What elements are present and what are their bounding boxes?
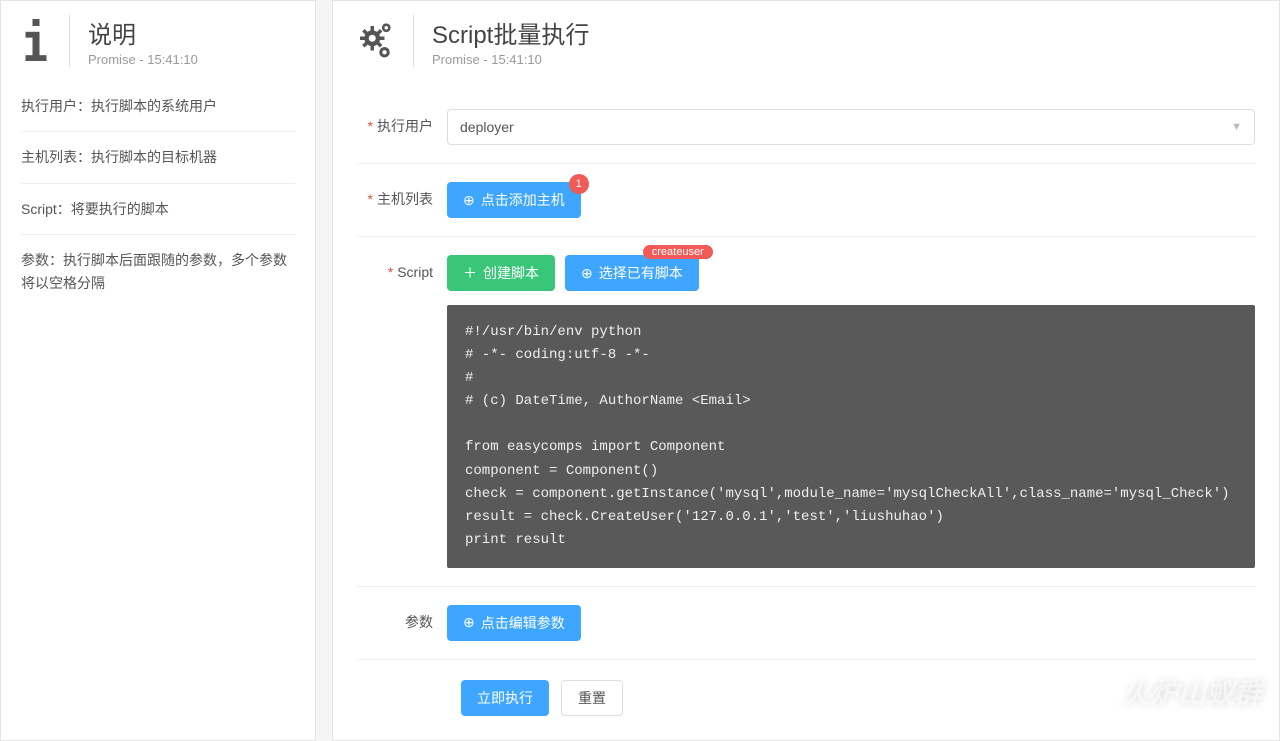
chevron-down-icon: ▼ [1231,121,1242,133]
sidebar-panel: 说明 Promise - 15:41:10 执行用户：执行脚本的系统用户 主机列… [0,0,316,741]
sidebar-title: 说明 [88,15,198,50]
create-script-button[interactable]: ＋ 创建脚本 [447,255,555,291]
label-params: 参数 [405,614,433,630]
row-params: 参数 ⊕ 点击编辑参数 [357,587,1255,660]
zoom-icon: ⊕ [463,614,475,631]
form-actions: 立即执行 重置 [357,660,1255,716]
host-count-badge: 1 [569,174,589,194]
zoom-icon: ⊕ [581,265,593,282]
script-name-badge: createuser [643,245,713,259]
plus-icon: ＋ [463,263,477,283]
info-icon [21,19,51,67]
page-subtitle: Promise - 15:41:10 [432,52,589,67]
gears-icon [353,19,395,67]
sidebar-item: Script：将要执行的脚本 [21,184,295,235]
zoom-icon: ⊕ [463,192,475,209]
sidebar-subtitle: Promise - 15:41:10 [88,52,198,67]
row-host-list: *主机列表 ⊕ 点击添加主机 1 [357,164,1255,237]
add-host-button[interactable]: ⊕ 点击添加主机 1 [447,182,581,218]
execute-button[interactable]: 立即执行 [461,680,549,716]
select-value: deployer [460,119,514,135]
select-execute-user[interactable]: deployer ▼ [447,109,1255,145]
row-execute-user: *执行用户 deployer ▼ [357,91,1255,164]
edit-params-button[interactable]: ⊕ 点击编辑参数 [447,605,581,641]
label-host-list: 主机列表 [377,191,433,207]
select-script-button[interactable]: ⊕ 选择已有脚本 createuser [565,255,699,291]
page-title: Script批量执行 [432,15,589,50]
row-script: *Script ＋ 创建脚本 ⊕ 选择已有脚本 createuser #! [357,237,1255,587]
script-code-block[interactable]: #!/usr/bin/env python # -*- coding:utf-8… [447,305,1255,568]
main-header: Script批量执行 Promise - 15:41:10 [333,1,1279,81]
label-execute-user: 执行用户 [377,118,433,134]
sidebar-item: 主机列表：执行脚本的目标机器 [21,132,295,183]
sidebar-item: 执行用户：执行脚本的系统用户 [21,81,295,132]
sidebar-header: 说明 Promise - 15:41:10 [1,1,315,81]
main-panel: Script批量执行 Promise - 15:41:10 *执行用户 depl… [332,0,1280,741]
label-script: Script [397,264,433,280]
reset-button[interactable]: 重置 [561,680,623,716]
sidebar-item: 参数：执行脚本后面跟随的参数，多个参数将以空格分隔 [21,235,295,308]
